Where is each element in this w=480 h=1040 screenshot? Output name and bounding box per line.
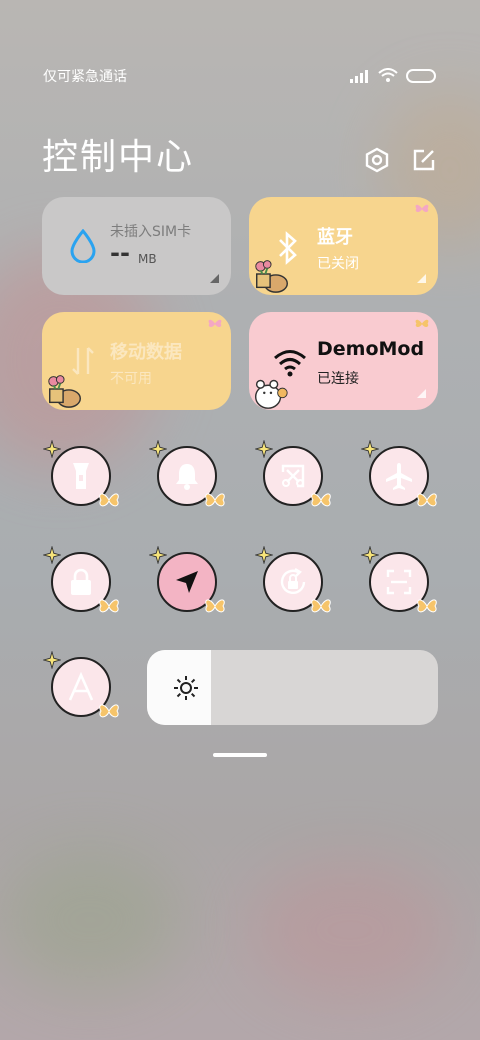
expand-corner-icon	[417, 389, 426, 398]
mobile-data-label: 移动数据	[110, 342, 182, 363]
sparkle-icon	[43, 546, 61, 564]
screenshot-icon	[281, 464, 305, 488]
background-blob	[0, 850, 180, 990]
sparkle-icon	[255, 440, 273, 458]
lock-toggle[interactable]	[43, 546, 119, 613]
butterfly-icon	[311, 493, 331, 507]
bell-icon	[176, 464, 198, 490]
screenshot-toggle[interactable]	[255, 440, 331, 507]
butterfly-icon	[417, 599, 437, 613]
location-toggle[interactable]	[149, 546, 225, 613]
butterfly-icon	[205, 493, 225, 507]
sparkle-icon	[361, 546, 379, 564]
bluetooth-status: 已关闭	[317, 256, 359, 272]
plant-sticker-icon	[48, 375, 81, 408]
mobile-data-status: 不可用	[110, 371, 152, 387]
data-usage-unit: MB	[138, 252, 157, 266]
bear-sticker-icon	[254, 379, 288, 409]
page-title: 控制中心	[42, 137, 195, 178]
flashlight-icon	[73, 463, 89, 489]
rotation-lock-toggle[interactable]	[255, 546, 331, 613]
auto-brightness-icon	[68, 672, 94, 701]
water-drop-icon	[64, 227, 102, 265]
butterfly-icon	[205, 599, 225, 613]
sparkle-icon	[149, 440, 167, 458]
edit-icon	[413, 149, 435, 171]
sparkle-icon	[255, 546, 273, 564]
plant-sticker-icon	[255, 260, 288, 293]
butterfly-icon	[99, 599, 119, 613]
battery-icon	[406, 68, 436, 83]
settings-icon	[365, 147, 389, 173]
scanner-toggle[interactable]	[361, 546, 437, 613]
status-bar: 仅可紧急通话	[43, 66, 436, 88]
flashlight-toggle[interactable]	[43, 440, 119, 507]
butterfly-icon	[415, 319, 429, 328]
carrier-text: 仅可紧急通话	[43, 69, 127, 85]
wifi-icon	[378, 68, 398, 82]
data-usage-value: --	[110, 239, 130, 267]
sparkle-icon	[43, 440, 61, 458]
brightness-icon	[174, 676, 198, 700]
butterfly-icon	[311, 599, 331, 613]
airplane-toggle[interactable]	[361, 440, 437, 507]
wifi-label: DemoMod	[317, 338, 425, 360]
location-icon	[176, 571, 198, 593]
sparkle-icon	[361, 440, 379, 458]
rotation-lock-icon	[280, 567, 306, 594]
bluetooth-tile[interactable]: 蓝牙 已关闭	[249, 197, 438, 295]
expand-corner-icon	[210, 274, 219, 283]
auto-brightness-toggle[interactable]	[43, 651, 119, 718]
silent-toggle[interactable]	[149, 440, 225, 507]
sparkle-icon	[149, 546, 167, 564]
mobile-data-tile[interactable]: 移动数据 不可用	[42, 312, 231, 410]
settings-button[interactable]	[363, 146, 391, 174]
brightness-slider[interactable]	[147, 650, 438, 725]
signal-icon	[350, 69, 368, 83]
edit-button[interactable]	[410, 146, 438, 174]
butterfly-icon	[415, 204, 429, 213]
data-usage-tile[interactable]: 未插入SIM卡 -- MB	[42, 197, 231, 295]
wifi-status: 已连接	[317, 371, 359, 387]
bluetooth-label: 蓝牙	[317, 227, 353, 248]
scanner-icon	[386, 569, 412, 595]
expand-corner-icon	[417, 274, 426, 283]
butterfly-icon	[99, 704, 119, 718]
background-blob	[250, 860, 450, 1000]
wifi-tile[interactable]: DemoMod 已连接	[249, 312, 438, 410]
butterfly-icon	[99, 493, 119, 507]
sparkle-icon	[43, 651, 61, 669]
lock-icon	[71, 568, 91, 595]
butterfly-icon	[417, 493, 437, 507]
drag-handle[interactable]	[213, 753, 267, 757]
data-usage-label: 未插入SIM卡	[110, 224, 192, 240]
butterfly-icon	[208, 319, 222, 328]
airplane-icon	[386, 463, 412, 490]
